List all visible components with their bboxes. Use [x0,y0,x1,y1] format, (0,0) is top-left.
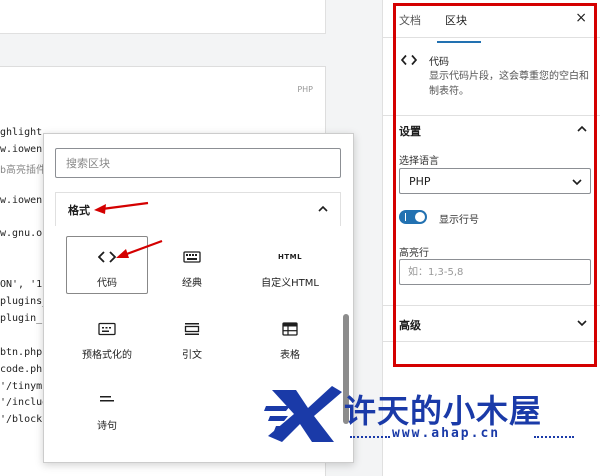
html-icon: HTML [277,247,303,267]
block-gap [0,34,326,56]
highlight-lines-label: 高亮行 [399,248,429,259]
block-item-label: 经典 [182,278,202,289]
table-icon [279,319,301,339]
verse-icon [96,390,118,410]
advanced-panel-title[interactable]: 高级 [399,317,421,333]
block-item-table[interactable]: 表格 [236,308,344,366]
block-item-label: 表格 [280,350,300,361]
language-select[interactable]: PHP [399,168,591,194]
block-item-label: 代码 [97,278,117,289]
block-item-pullquote[interactable]: 引文 [151,308,233,366]
settings-panel-title[interactable]: 设置 [399,123,421,139]
tab-document[interactable]: 文档 [399,12,421,28]
code-line: '/tinym [0,380,43,392]
chevron-up-icon[interactable] [575,122,589,136]
chevron-down-icon [572,179,582,186]
block-search-field[interactable] [55,148,341,178]
code-line: btn.php' [0,346,49,358]
block-inserter-popover: 格式 代码 经典 HTML 自定义HTML [43,133,354,463]
line-numbers-toggle[interactable] [399,210,427,224]
advanced-panel[interactable]: 高级 [383,306,600,342]
code-line: plugins_ [0,296,49,307]
line-numbers-label: 显示行号 [439,215,479,226]
chevron-down-icon[interactable] [575,316,589,330]
close-icon[interactable]: × [575,10,587,26]
block-item-preformatted[interactable]: 预格式化的 [66,308,148,366]
code-line: ghlight [0,127,43,138]
settings-sidebar: 文档 区块 × 代码 显示代码片段，这会尊重您的空白和制表符。 设置 选择语言 … [382,0,600,476]
code-line: b高亮插件 [0,164,47,176]
block-card: 代码 显示代码片段，这会尊重您的空白和制表符。 [383,38,600,116]
block-item-verse[interactable]: 诗句 [66,379,148,437]
pullquote-icon [181,319,203,339]
category-title: 格式 [68,203,90,217]
code-line: plugin_ [0,312,43,324]
preformatted-icon [96,319,118,339]
block-card-description: 显示代码片段，这会尊重您的空白和制表符。 [429,71,589,97]
language-select-value: PHP [409,175,431,188]
html-icon-text: HTML [277,253,303,261]
inserter-scrollbar[interactable] [343,192,349,462]
highlight-lines-field[interactable] [399,259,591,285]
block-card-title: 代码 [429,57,449,68]
previous-block[interactable] [0,0,326,34]
block-item-label: 自定义HTML [261,278,319,289]
annotation-arrow-icon [116,239,163,258]
sidebar-tabs: 文档 区块 × [383,0,600,43]
keyboard-icon [181,247,203,267]
language-label: 选择语言 [399,156,439,167]
block-item-label: 引文 [182,350,202,361]
block-item-label: 诗句 [97,421,117,432]
annotation-arrow-icon [94,201,149,214]
block-item-label: 预格式化的 [82,350,132,361]
settings-panel: 设置 选择语言 PHP 显示行号 高亮行 [383,116,600,306]
toggle-knob [415,212,425,222]
code-line: '/includ [0,397,49,409]
scrollbar-thumb[interactable] [343,314,349,424]
code-icon [401,54,417,66]
chevron-up-icon[interactable] [316,202,330,216]
toggle-on-mark [405,213,406,221]
highlight-lines-input[interactable] [400,260,590,285]
block-item-custom-html[interactable]: HTML 自定义HTML [236,236,344,294]
block-search-input[interactable] [56,149,340,177]
tab-block[interactable]: 区块 [437,12,481,43]
